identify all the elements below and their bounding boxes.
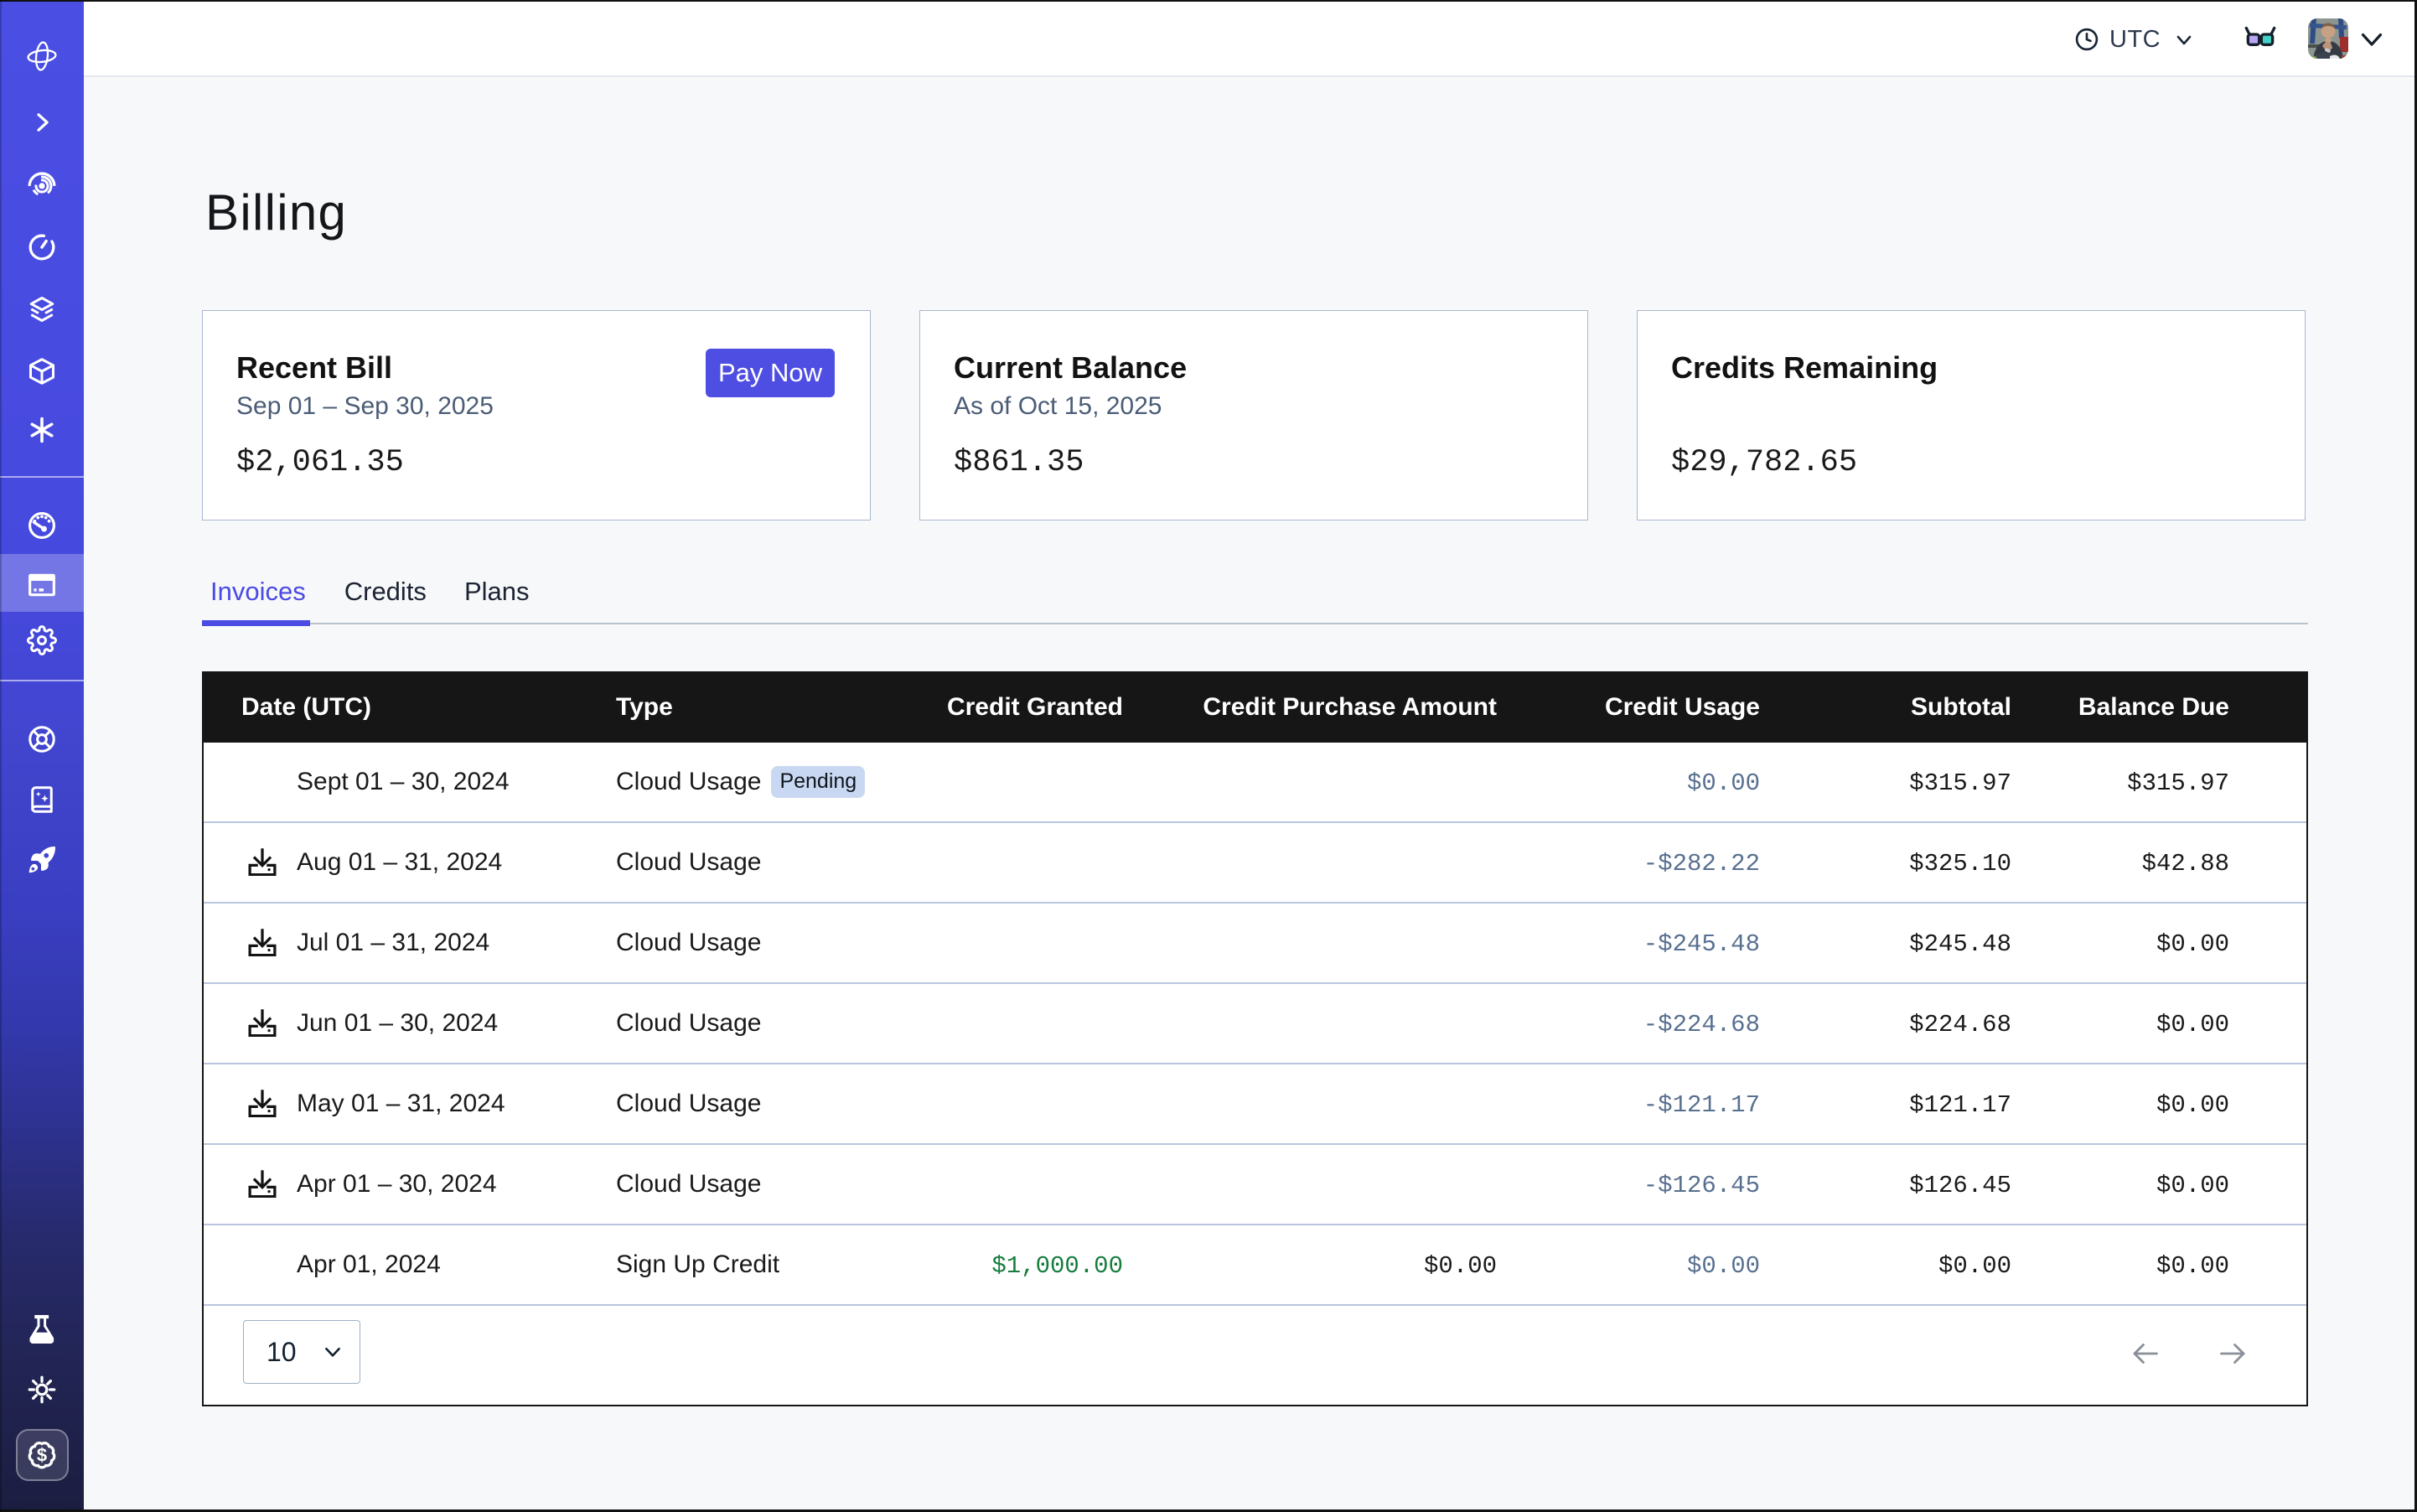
svg-text:$: $ (37, 1445, 47, 1466)
